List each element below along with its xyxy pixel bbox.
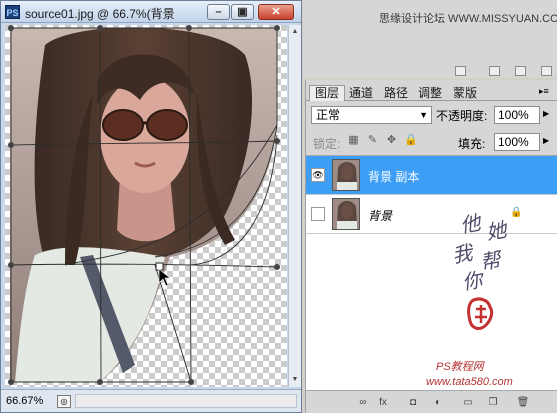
adjustment-icon[interactable]: ◐: [431, 397, 445, 409]
folder-icon[interactable]: ▭: [461, 397, 475, 409]
site-watermark: PS教程网: [436, 361, 484, 373]
tab-masks[interactable]: 蒙版: [447, 85, 483, 101]
trash-icon[interactable]: [541, 66, 552, 76]
layer-name: 背景: [368, 209, 393, 223]
delete-icon[interactable]: [515, 66, 526, 76]
blend-mode-value: 正常: [316, 108, 341, 122]
layer-thumbnail: [332, 159, 360, 191]
lock-transparent-icon[interactable]: ▦: [347, 134, 360, 147]
new-icon[interactable]: [489, 66, 500, 76]
panel-menu-icon[interactable]: ▸≡: [539, 86, 549, 97]
trash-icon[interactable]: 🗑: [516, 397, 530, 409]
layer-row[interactable]: 👁 背景 副本: [306, 156, 557, 195]
restore-button[interactable]: ▣: [231, 4, 254, 20]
lock-label: 锁定:: [313, 137, 341, 151]
minimize-button[interactable]: –: [207, 4, 230, 20]
layer-name: 背景 副本: [368, 170, 420, 184]
eye-toggle-icon[interactable]: [311, 207, 325, 221]
document-titlebar[interactable]: PS source01.jpg @ 66.7%(背景 – ▣ ✕: [1, 1, 301, 23]
status-bar: 66.67% ◎: [1, 389, 301, 412]
zoom-level[interactable]: 66.67%: [6, 395, 43, 407]
horizontal-scrollbar[interactable]: [75, 394, 297, 408]
scroll-up-icon[interactable]: ▲: [289, 25, 301, 38]
lock-move-icon[interactable]: ✥: [385, 134, 398, 147]
photoshop-icon: PS: [5, 5, 20, 19]
vertical-scrollbar[interactable]: ▲ ▼: [288, 25, 301, 387]
fill-slider-icon[interactable]: ▶: [543, 136, 549, 145]
site-url-watermark: www.tata580.com: [426, 376, 513, 388]
warp-canvas-svg: [5, 25, 287, 387]
forum-watermark: 思缘设计论坛 WWW.MISSYUAN.COM: [379, 13, 557, 25]
panel-tabs: 图层 通道 路径 调整 蒙版 ▸≡: [306, 83, 557, 101]
tab-layers[interactable]: 图层: [309, 85, 346, 101]
fx-icon[interactable]: fx: [376, 397, 390, 409]
lock-all-icon[interactable]: 🔒: [404, 134, 418, 147]
layer-thumbnail: [332, 198, 360, 230]
opacity-input[interactable]: 100%: [494, 106, 540, 124]
layers-bottom-bar: ∞ fx ◘ ◐ ▭ ❐ 🗑: [306, 390, 557, 413]
fill-label: 填充:: [458, 137, 486, 151]
layer-row[interactable]: 背景 🔒: [306, 195, 557, 234]
close-button[interactable]: ✕: [258, 4, 294, 20]
mask-icon[interactable]: ◘: [406, 397, 420, 409]
chevron-down-icon: ▼: [419, 110, 428, 120]
link-icon[interactable]: ∞: [356, 397, 370, 409]
blend-mode-select[interactable]: 正常 ▼: [311, 106, 432, 124]
new-layer-icon[interactable]: ❐: [486, 397, 500, 409]
image-canvas[interactable]: [5, 25, 287, 387]
layers-list: 👁 背景 副本 背景 🔒: [306, 155, 557, 390]
document-window: PS source01.jpg @ 66.7%(背景 – ▣ ✕ ▲ ▼ 66.…: [0, 0, 302, 413]
document-title: source01.jpg @ 66.7%(背景: [25, 7, 175, 21]
red-seal-stamp: [467, 297, 494, 330]
status-menu-icon[interactable]: ◎: [57, 395, 71, 408]
eye-icon[interactable]: 👁: [311, 168, 325, 182]
lock-icon: 🔒: [510, 207, 523, 218]
opacity-slider-icon[interactable]: ▶: [543, 109, 549, 118]
scroll-down-icon[interactable]: ▼: [289, 373, 301, 386]
no-icon[interactable]: [455, 66, 466, 76]
layers-panel: 图层 通道 路径 调整 蒙版 ▸≡ 正常 ▼ 不透明度: 100% ▶ 锁定: …: [305, 80, 557, 413]
tab-channels[interactable]: 通道: [343, 85, 379, 101]
fill-input[interactable]: 100%: [494, 133, 540, 151]
lock-brush-icon[interactable]: ✎: [366, 134, 379, 147]
opacity-label: 不透明度:: [436, 109, 488, 123]
tab-adjustments[interactable]: 调整: [412, 85, 448, 101]
tab-paths[interactable]: 路径: [378, 85, 414, 101]
